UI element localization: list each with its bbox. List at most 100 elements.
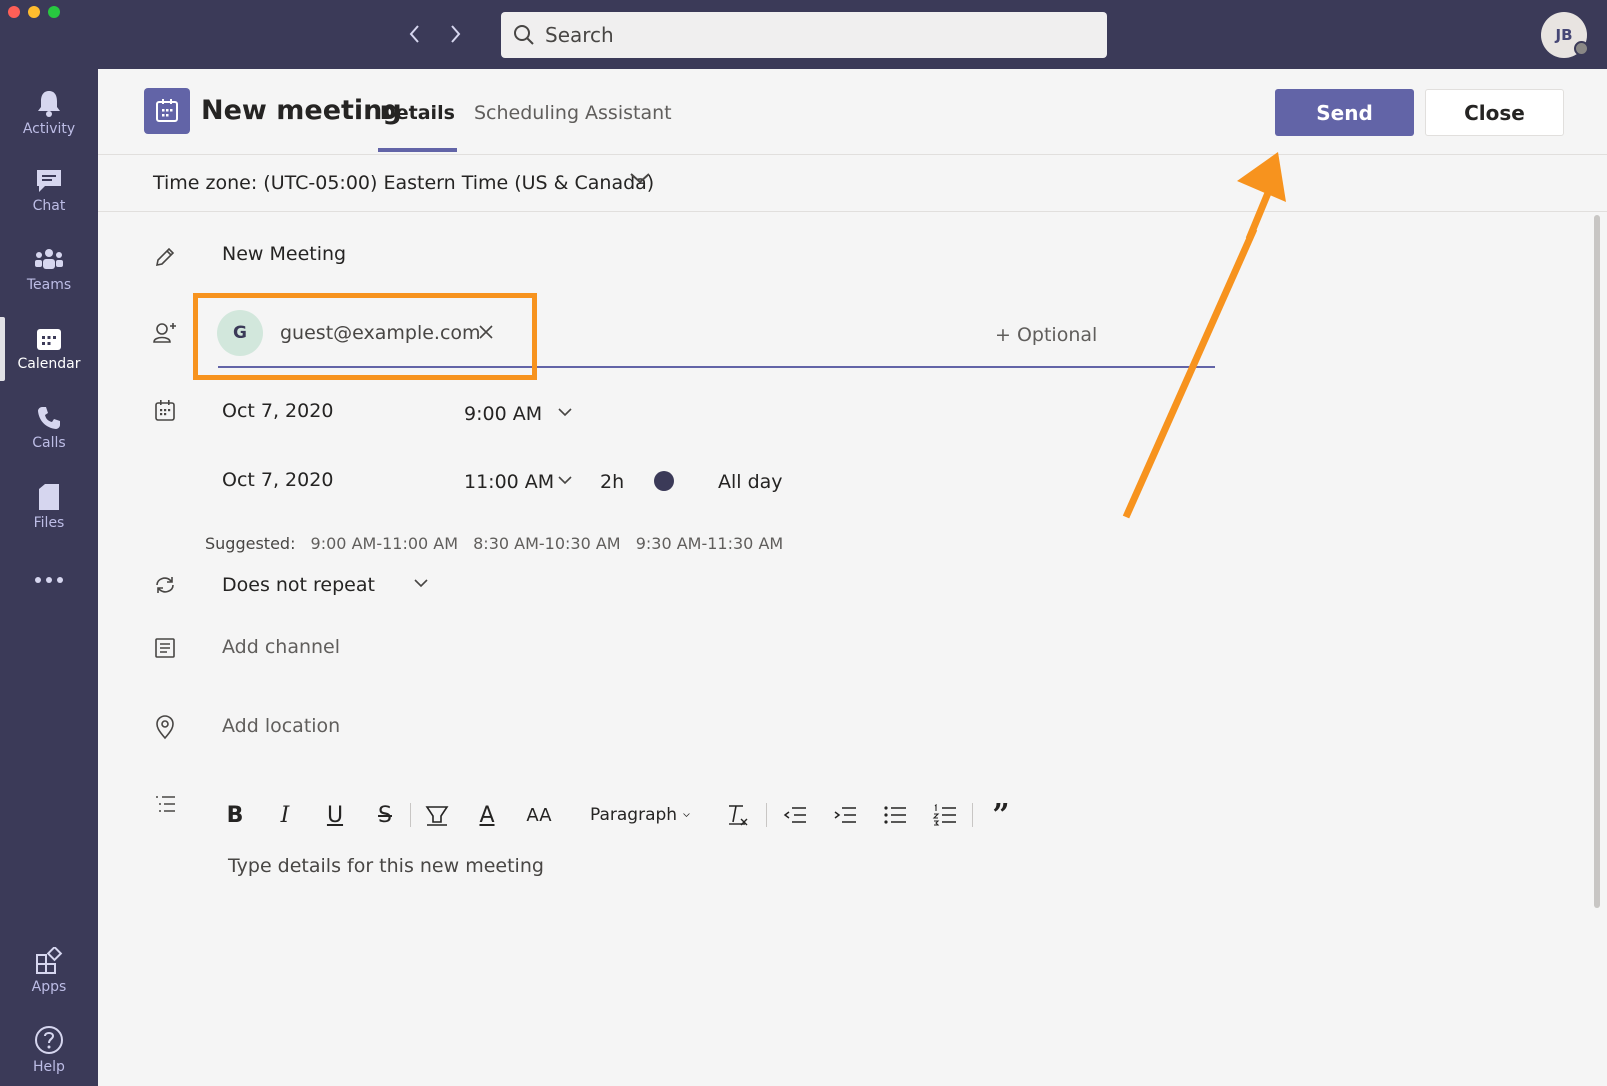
tab-scheduling-assistant[interactable]: Scheduling Assistant — [474, 102, 672, 124]
vertical-scrollbar[interactable] — [1594, 215, 1600, 908]
rail-item-more[interactable] — [0, 544, 98, 616]
chevron-down-icon[interactable] — [413, 577, 429, 589]
suggested-slot[interactable]: 9:00 AM-11:00 AM — [311, 534, 458, 553]
window-zoom-dot[interactable] — [48, 6, 60, 18]
toolbar-separator — [972, 803, 973, 827]
timezone-label: Time zone: (UTC-05:00) Eastern Time (US … — [153, 172, 655, 194]
date-time-icon — [152, 398, 178, 424]
rail-label-chat: Chat — [32, 198, 66, 214]
phone-icon — [38, 407, 60, 429]
apps-icon — [36, 947, 63, 974]
chevron-down-icon — [630, 173, 650, 184]
app-rail: Activity Chat Teams Calendar Calls Files… — [0, 69, 98, 1086]
italic-button[interactable]: I — [270, 797, 300, 833]
bullet-list-icon — [884, 806, 906, 824]
clear-formatting-button[interactable] — [722, 797, 752, 833]
outdent-icon — [783, 807, 806, 823]
location-input[interactable]: Add location — [222, 715, 340, 737]
paragraph-dropdown[interactable]: Paragraph — [590, 797, 690, 833]
rail-item-apps[interactable]: Apps — [0, 935, 98, 1007]
decrease-indent-button[interactable] — [780, 797, 810, 833]
start-time-field[interactable]: 9:00 AM — [464, 403, 542, 425]
end-date-field[interactable]: Oct 7, 2020 — [222, 469, 333, 491]
suggested-slot[interactable]: 8:30 AM-10:30 AM — [473, 534, 620, 553]
tab-details[interactable]: Details — [378, 102, 457, 152]
toolbar-separator — [410, 803, 411, 827]
presence-status-icon — [1574, 41, 1589, 56]
more-icon — [35, 577, 63, 583]
search-placeholder: Search — [545, 23, 614, 47]
chevron-down-icon[interactable] — [557, 474, 573, 486]
clear-format-icon — [729, 805, 748, 826]
rail-item-teams[interactable]: Teams — [0, 234, 98, 306]
rail-label-teams: Teams — [26, 277, 72, 293]
user-initials: JB — [1555, 26, 1573, 44]
calendar-icon — [37, 329, 61, 350]
channel-icon — [152, 635, 178, 661]
forward-arrow-icon[interactable] — [443, 22, 467, 46]
quote-button[interactable]: ” — [986, 797, 1016, 833]
duration-label: 2h — [600, 471, 625, 493]
rail-label-calendar: Calendar — [17, 356, 81, 372]
rail-item-chat[interactable]: Chat — [0, 155, 98, 227]
window-minimize-dot[interactable] — [28, 6, 40, 18]
indent-icon — [834, 807, 856, 823]
rail-item-calendar[interactable]: Calendar — [0, 313, 98, 385]
repeat-select[interactable]: Does not repeat — [222, 574, 375, 596]
search-input[interactable]: Search — [501, 12, 1107, 58]
add-optional-attendee-link[interactable]: + Optional — [995, 324, 1097, 346]
meeting-title-input[interactable]: New Meeting — [222, 243, 346, 265]
details-list-icon — [152, 792, 178, 818]
send-button[interactable]: Send — [1275, 89, 1414, 136]
chevron-down-icon — [683, 813, 690, 818]
end-time-field[interactable]: 11:00 AM — [464, 471, 554, 493]
rail-item-files[interactable]: Files — [0, 471, 98, 543]
chevron-down-icon[interactable] — [557, 406, 573, 418]
rail-item-activity[interactable]: Activity — [0, 77, 98, 149]
meeting-calendar-icon — [144, 88, 190, 134]
chat-icon — [37, 170, 61, 192]
page-title: New meeting — [201, 95, 402, 126]
increase-indent-button[interactable] — [830, 797, 860, 833]
meeting-form-panel: New meeting Details Scheduling Assistant… — [98, 69, 1607, 1086]
meeting-details-editor[interactable]: Type details for this new meeting — [228, 855, 544, 877]
rail-label-activity: Activity — [22, 121, 76, 137]
channel-input[interactable]: Add channel — [222, 636, 340, 658]
highlighter-icon — [425, 806, 449, 826]
window-close-dot[interactable] — [8, 6, 20, 18]
rail-item-help[interactable]: Help — [0, 1014, 98, 1086]
title-bar: Search JB — [0, 0, 1607, 69]
underline-button[interactable]: U — [320, 797, 350, 833]
back-arrow-icon[interactable] — [403, 22, 427, 46]
rail-label-calls: Calls — [32, 435, 66, 451]
meeting-header: New meeting Details Scheduling Assistant… — [98, 69, 1607, 155]
font-color-button[interactable]: A — [472, 797, 502, 833]
font-size-button[interactable]: AA — [522, 797, 556, 833]
numbered-list-icon — [932, 804, 956, 826]
close-button[interactable]: Close — [1425, 89, 1564, 136]
search-icon — [514, 25, 534, 45]
timezone-row[interactable]: Time zone: (UTC-05:00) Eastern Time (US … — [98, 155, 1607, 212]
suggested-slot[interactable]: 9:30 AM-11:30 AM — [636, 534, 783, 553]
bold-button[interactable]: B — [220, 797, 250, 833]
rail-label-apps: Apps — [31, 979, 67, 995]
start-date-field[interactable]: Oct 7, 2020 — [222, 400, 333, 422]
numbered-list-button[interactable] — [930, 797, 960, 833]
strikethrough-button[interactable]: S — [370, 797, 400, 833]
location-pin-icon — [152, 714, 178, 740]
pencil-icon — [152, 244, 178, 270]
suggested-label: Suggested: — [205, 534, 296, 553]
bell-icon — [38, 91, 60, 117]
highlight-button[interactable] — [422, 797, 452, 833]
suggested-times: Suggested: 9:00 AM-11:00 AM 8:30 AM-10:3… — [205, 534, 793, 553]
paragraph-label: Paragraph — [590, 805, 678, 825]
add-attendee-icon — [152, 320, 178, 346]
user-avatar[interactable]: JB — [1541, 12, 1589, 58]
file-icon — [39, 484, 59, 510]
bulleted-list-button[interactable] — [880, 797, 910, 833]
teams-icon — [35, 249, 63, 269]
rail-item-calls[interactable]: Calls — [0, 392, 98, 464]
attendee-highlight-box — [193, 293, 537, 380]
repeat-icon — [152, 572, 178, 598]
all-day-toggle[interactable] — [654, 471, 674, 491]
